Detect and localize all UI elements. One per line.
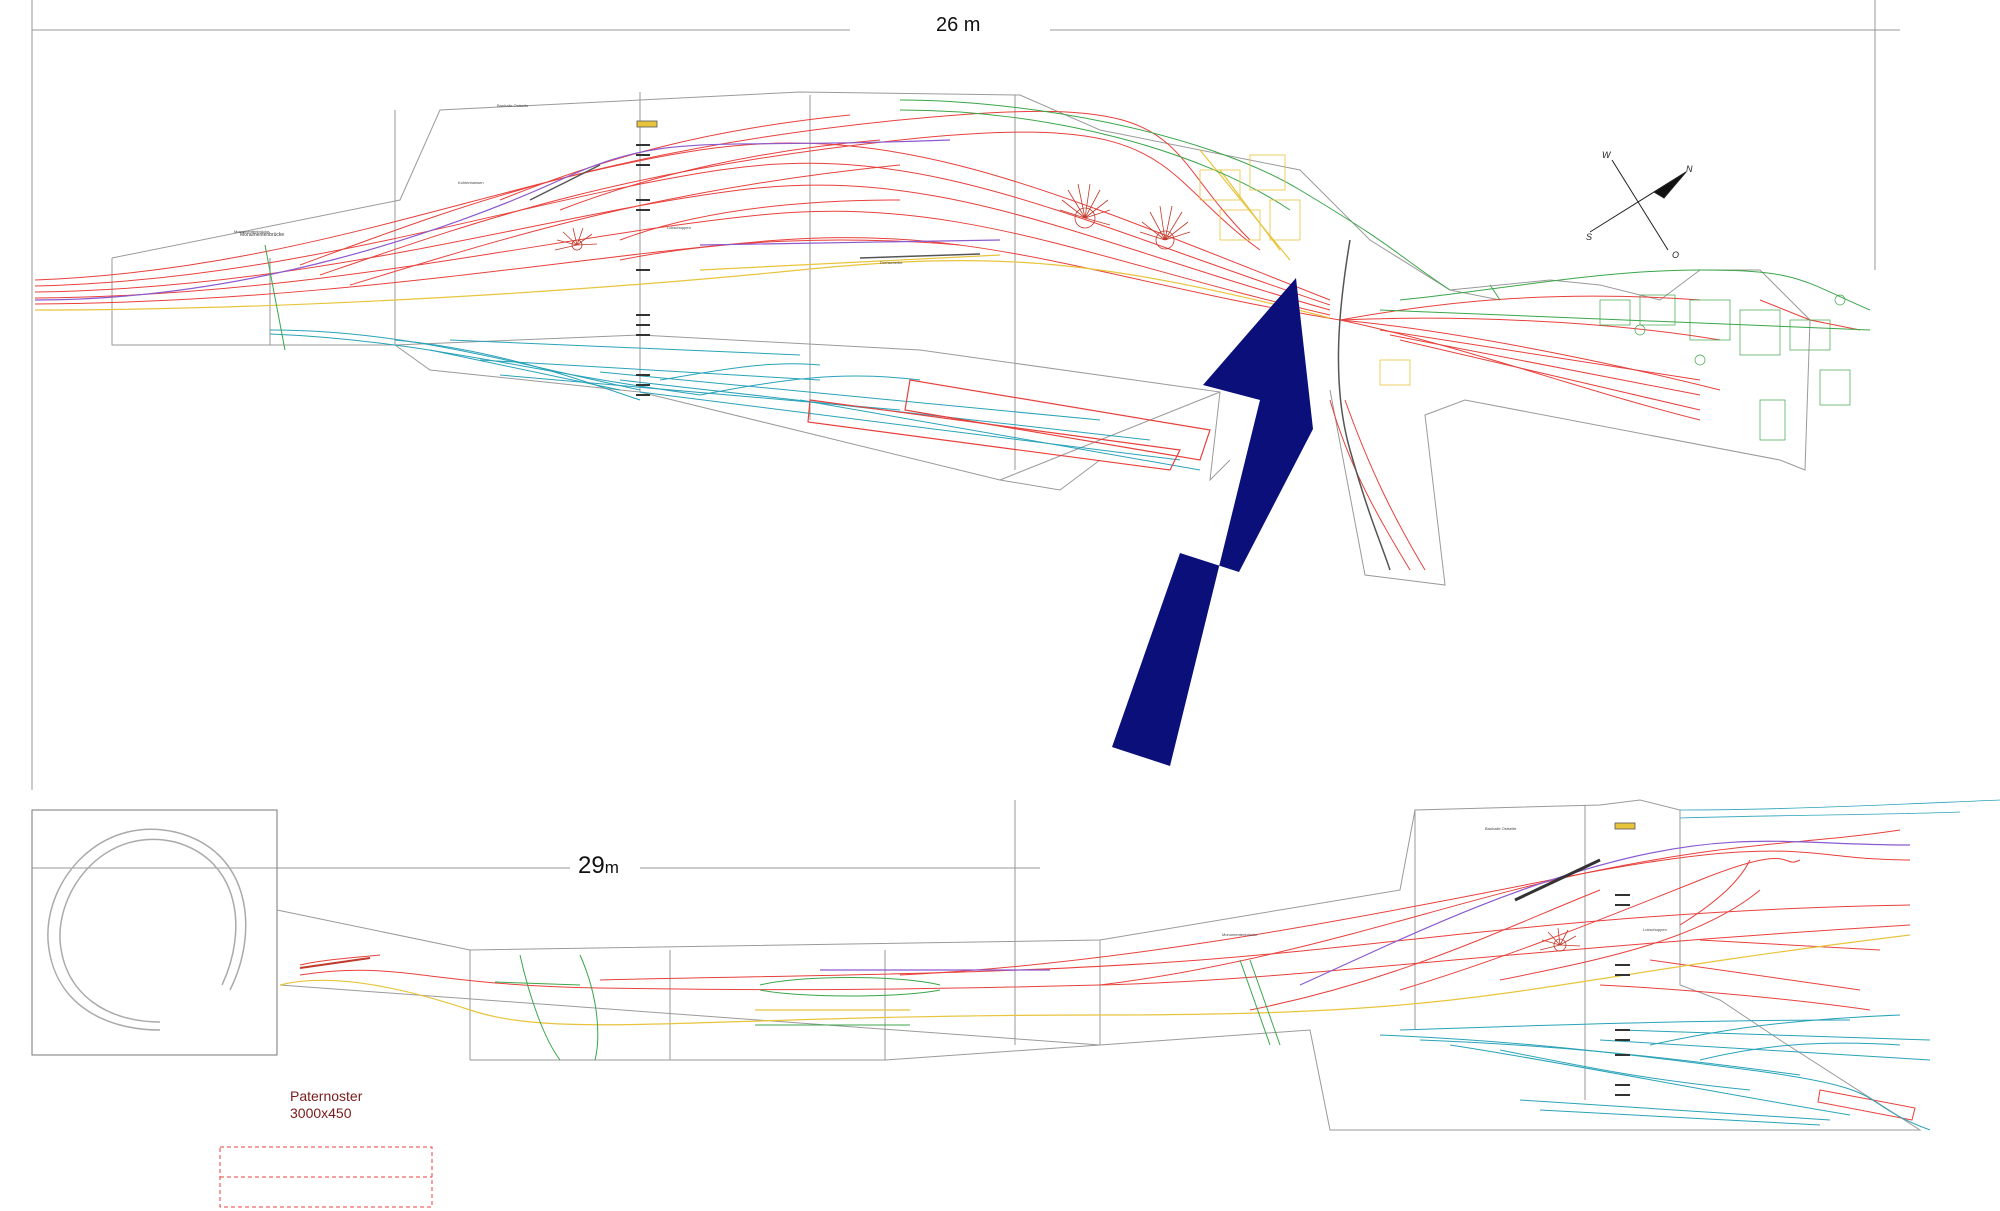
length-label-top: 26 m: [936, 14, 981, 36]
length-label-bottom: 29m: [578, 852, 619, 880]
direction-arrow: [1112, 278, 1313, 766]
length-unit-bottom: m: [604, 858, 619, 877]
paternoster-loop-box: [31, 809, 278, 1056]
bottom-plan-purple-tracks: [820, 840, 1911, 986]
length-value-bottom: 29: [578, 852, 605, 879]
bottom-plan-hatching: [1615, 894, 1630, 1096]
compass-o: O: [1672, 250, 1680, 260]
top-plan-red-tracks: [34, 110, 1861, 571]
signal-box-bottom: [1614, 822, 1636, 830]
dimension-line-bottom: [32, 800, 1040, 1045]
turntable-bottom: [1539, 927, 1581, 952]
station-label-top-3: Kohlenbansen: [458, 180, 484, 185]
platform-dark-bottom: [1514, 858, 1601, 902]
station-label-bottom-1: Bauhalle Ostseite: [1485, 826, 1517, 831]
bottom-plan-yellow-tracks: [279, 934, 1911, 1026]
compass-rose: [1589, 159, 1687, 251]
dimension-line-top: [31, 0, 1900, 790]
paternoster-title: Paternoster: [290, 1088, 363, 1104]
bottom-plan-green-tracks: [494, 954, 1281, 1061]
paternoster-size: 3000x450: [290, 1105, 352, 1121]
bottom-plan-red-tracks: [299, 829, 1916, 1121]
turntable-top-1: [1059, 183, 1111, 229]
bottom-plan-outline: [276, 799, 1922, 1131]
turntable-top-3: [554, 227, 598, 251]
compass-s: S: [1586, 232, 1593, 242]
paternoster-label: Paternoster 3000x450: [290, 1088, 362, 1122]
bridge-label-top-text: Monumentenbrücke: [234, 229, 270, 234]
signal-box-top: [636, 120, 658, 128]
station-label-bottom-2: Lokschuppen: [1643, 927, 1667, 932]
town-blocks-mid: [1199, 154, 1411, 386]
track-plan-canvas: Monumentenbrücke: [31, 0, 2000, 1208]
bottom-plan-blue-tracks: [1379, 1014, 1931, 1131]
turntable-top-2: [1139, 205, 1191, 250]
bottom-plan-outer-lines: [1679, 799, 2000, 819]
top-plan-blue-tracks: [269, 329, 1201, 471]
compass-n: N: [1686, 164, 1693, 174]
station-label-top-4: Drehscheibe: [880, 260, 903, 265]
station-label-top-1: Bauhalle Ostseite: [497, 103, 529, 108]
compass-w: W: [1602, 150, 1611, 160]
top-plan-green-tracks: [264, 99, 1871, 351]
town-blocks-top: [1599, 294, 1851, 441]
paternoster-loop: [47, 828, 247, 1031]
bridge-label-bottom: Monumentenbrücke: [1222, 932, 1258, 937]
station-label-top-2: Lokschuppen: [667, 225, 691, 230]
